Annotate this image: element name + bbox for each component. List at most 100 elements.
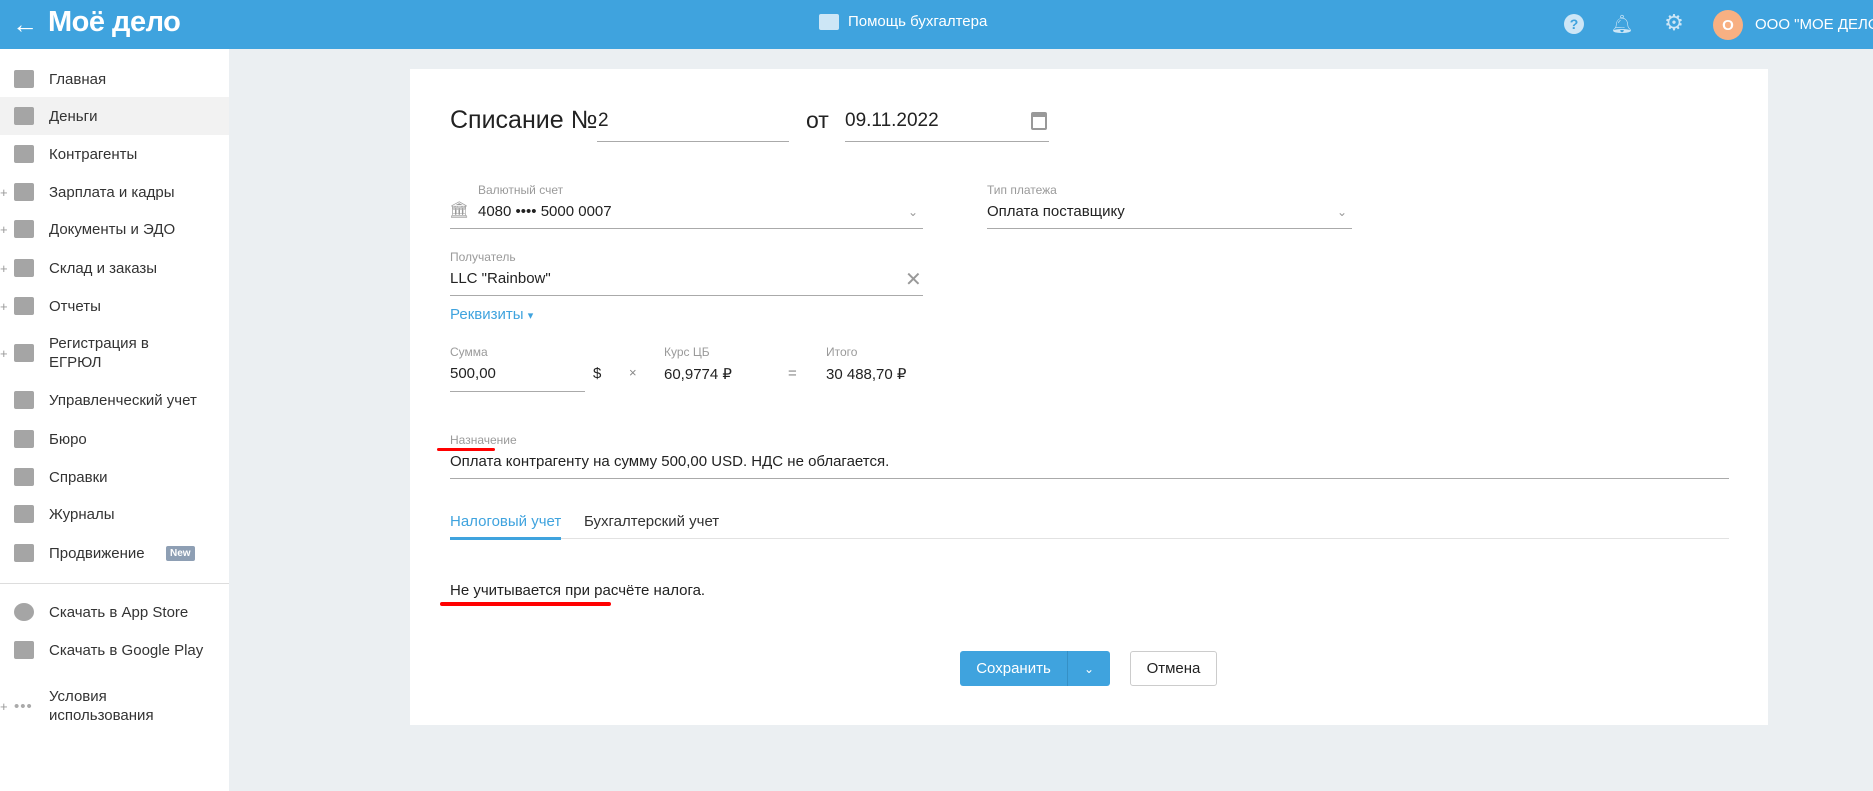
chevron-down-icon[interactable]: ⌄ [1068,651,1110,686]
calendar-icon[interactable] [1031,112,1047,130]
sidebar-bottom-item[interactable]: Скачать в Google Play [0,631,229,669]
sidebar-item-label: Деньги [49,107,98,125]
date-input[interactable]: 09.11.2022 [845,110,939,132]
journals-icon [14,505,34,523]
promotion-icon [14,544,34,562]
top-bar: ← Моё дело Помощь бухгалтера ? 🔔︎ ⚙ О ОО… [0,0,1873,49]
sidebar-item-label: Регистрация в ЕГРЮЛ [49,335,149,371]
references-icon [14,468,34,486]
number-input[interactable]: 2 [598,110,609,132]
chevron-down-icon[interactable]: ⌄ [908,205,918,219]
details-link-label: Реквизиты [450,306,524,323]
sidebar-item[interactable]: Бюро [0,420,229,458]
sidebar-item[interactable]: Главная [0,60,229,98]
expand-icon[interactable]: + [0,699,8,714]
chevron-down-icon[interactable]: ⌄ [1337,205,1347,219]
sidebar-item[interactable]: Управленческий учет [0,381,229,419]
sidebar-item-label: Продвижение [49,544,145,562]
sidebar-divider [0,583,229,584]
sidebar-item[interactable]: Деньги [0,97,229,135]
account-label: Валютный счет [478,183,564,197]
details-link[interactable]: Реквизиты ▾ [450,306,533,323]
currency-symbol: $ [593,365,602,382]
tax-note: Не учитывается при расчёте налога. [450,582,706,599]
account-select[interactable]: 4080 •••• 5000 0007 [478,203,612,220]
purpose-label: Назначение [450,433,517,447]
amount-label: Сумма [450,345,488,359]
organization-name[interactable]: ООО "МОЕ ДЕЛО" [1755,16,1873,33]
help-icon[interactable]: ? [1563,13,1585,35]
sidebar-item[interactable]: Справки [0,458,229,496]
sidebar-item-label: Документы и ЭДО [49,220,176,238]
sidebar-item-label: Бюро [49,430,87,448]
avatar[interactable]: О [1713,10,1743,40]
home-icon [14,70,34,88]
annotation-underline [440,602,611,606]
help-accountant-link[interactable]: Помощь бухгалтера [819,13,987,30]
google-play-icon [14,641,34,659]
tab-tax-accounting[interactable]: Налоговый учет [450,513,562,540]
sidebar-item[interactable]: + Зарплата и кадры [0,173,229,211]
expand-icon[interactable]: + [0,222,8,237]
write-off-form [410,69,1768,725]
amount-input[interactable]: 500,00 [450,365,496,382]
sidebar-item[interactable]: Контрагенты [0,135,229,173]
recipient-input[interactable]: LLC "Rainbow" [450,270,551,287]
accountant-icon [819,13,839,30]
expand-icon[interactable]: + [0,261,8,276]
save-button[interactable]: Сохранить [960,651,1067,686]
sidebar-item[interactable]: Продвижение New [0,534,229,572]
sidebar-item-label: Главная [49,70,107,88]
sidebar-item-label: Контрагенты [49,145,138,163]
contractors-icon [14,145,34,163]
sidebar-item[interactable]: Журналы [0,495,229,533]
chevron-down-icon: ▾ [527,310,534,322]
rate-value: 60,9774 ₽ [664,366,732,383]
salary-icon [14,183,34,201]
sidebar-item-label: Условия использования [49,688,154,724]
arrow-left-icon[interactable]: ← [12,9,38,40]
page-title: Списание № [450,106,598,134]
documents-icon [14,220,34,238]
sidebar-item[interactable]: + Отчеты [0,287,229,325]
purpose-input[interactable]: Оплата контрагенту на сумму 500,00 USD. … [450,453,889,470]
tabs-divider [450,538,1729,539]
expand-icon[interactable]: + [0,299,8,314]
recipient-label: Получатель [450,250,516,264]
sidebar-bottom-item[interactable]: Скачать в App Store [0,593,229,631]
more-icon: ••• [14,697,33,715]
sidebar-item-label: Журналы [49,505,115,523]
new-badge: New [166,545,195,561]
sidebar-item[interactable]: + Склад и заказы [0,249,229,287]
equals-sign: = [788,365,797,382]
multiply-sign: × [629,365,637,380]
reports-icon [14,297,34,315]
logo[interactable]: Моё дело [48,6,181,39]
sidebar-item-label: Справки [49,468,108,486]
annotation-underline [437,448,495,451]
payment-type-label: Тип платежа [987,183,1057,197]
money-icon [14,107,34,125]
sidebar-item[interactable]: + Документы и ЭДО [0,210,229,248]
sidebar-item-label: Управленческий учет [49,391,197,409]
sidebar-bottom-item[interactable]: + ••• Условия использования [0,678,229,734]
expand-icon[interactable]: + [0,346,8,361]
briefcase-icon [14,430,34,448]
sidebar-item-label: Скачать в App Store [49,603,189,621]
total-label: Итого [826,345,858,359]
tab-bookkeeping[interactable]: Бухгалтерский учет [584,513,719,530]
clear-icon[interactable]: ✕ [905,267,922,292]
bell-icon[interactable]: 🔔︎ [1611,13,1634,35]
payment-type-select[interactable]: Оплата поставщику [987,203,1125,220]
registration-icon [14,344,34,362]
gear-icon[interactable]: ⚙ [1663,10,1685,35]
sidebar-item-label: Отчеты [49,297,101,315]
cancel-button[interactable]: Отмена [1130,651,1217,686]
sidebar-item-label: Зарплата и кадры [49,183,175,201]
bank-icon: 🏛︎ [449,202,470,219]
sidebar-item[interactable]: + Регистрация в ЕГРЮЛ [0,325,229,381]
help-accountant-label: Помощь бухгалтера [848,13,988,30]
sidebar-item-label: Скачать в Google Play [49,641,204,659]
management-icon [14,391,34,409]
expand-icon[interactable]: + [0,185,8,200]
